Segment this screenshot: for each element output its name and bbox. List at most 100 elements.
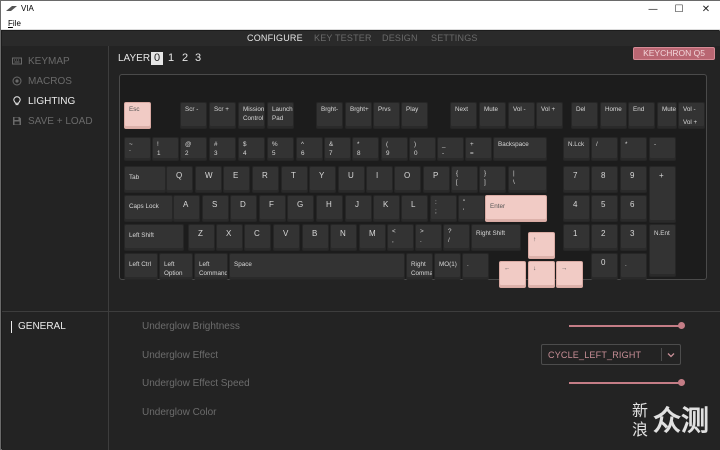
layer-2-button[interactable]: 2: [179, 52, 191, 65]
tab-configure[interactable]: CONFIGURE: [247, 33, 303, 43]
key-t[interactable]: T: [281, 166, 308, 193]
key-launch-pad[interactable]: Launch Pad: [267, 102, 294, 129]
key-h[interactable]: H: [316, 195, 343, 222]
key-a[interactable]: A: [173, 195, 200, 222]
sidebar-item-save-load[interactable]: SAVE + LOAD: [12, 113, 108, 129]
key-slash[interactable]: ? /: [443, 224, 470, 251]
underglow-speed-thumb[interactable]: [677, 379, 685, 386]
key-dot[interactable]: .: [462, 253, 489, 280]
key-p[interactable]: P: [423, 166, 450, 193]
key-comma[interactable]: <,: [387, 224, 414, 251]
key-backspace[interactable]: Backspace: [493, 137, 547, 161]
key-numpad-slash[interactable]: /: [591, 137, 618, 161]
key-left-option[interactable]: Left Option: [159, 253, 193, 280]
key-num-lock[interactable]: N.Lck: [563, 137, 590, 161]
key-8[interactable]: * 8: [352, 137, 379, 161]
key-u[interactable]: U: [338, 166, 365, 193]
key-7[interactable]: & 7: [324, 137, 351, 161]
key-s[interactable]: S: [202, 195, 229, 222]
key-numpad-6[interactable]: 6: [620, 195, 647, 222]
key-end[interactable]: End: [628, 102, 655, 129]
key-mission-control[interactable]: Mission Control: [238, 102, 265, 129]
key-k[interactable]: K: [373, 195, 400, 222]
key-6[interactable]: ^ 6: [296, 137, 323, 161]
key-caps-lock[interactable]: Caps Lock: [124, 195, 173, 222]
key-mo1[interactable]: MO(1): [434, 253, 461, 280]
underglow-brightness-slider[interactable]: [569, 325, 681, 327]
underglow-brightness-thumb[interactable]: [677, 322, 685, 329]
key-numpad-9[interactable]: 9: [620, 166, 647, 193]
key-space[interactable]: Space: [229, 253, 405, 280]
layer-3-button[interactable]: 3: [192, 52, 204, 65]
key-v[interactable]: V: [273, 224, 300, 251]
key-right-bracket[interactable]: }]: [479, 166, 506, 193]
key-brightness-up[interactable]: Brght+: [345, 102, 372, 129]
key-volume-up[interactable]: Vol +: [536, 102, 563, 129]
maximize-button[interactable]: ☐: [666, 2, 692, 17]
key-right-shift[interactable]: Right Shift: [471, 224, 521, 251]
key-i[interactable]: I: [366, 166, 393, 193]
key-3[interactable]: #3: [209, 137, 236, 161]
key-grave[interactable]: ~ `: [124, 137, 151, 161]
key-numpad-3[interactable]: 3: [620, 224, 647, 251]
key-numpad-star[interactable]: *: [620, 137, 647, 161]
key-equal[interactable]: + =: [465, 137, 492, 161]
key-r[interactable]: R: [252, 166, 279, 193]
key-volume-down[interactable]: Vol -: [508, 102, 535, 129]
key-tab[interactable]: Tab: [124, 166, 166, 193]
key-semicolon[interactable]: :;: [430, 195, 457, 222]
key-mute[interactable]: Mute: [479, 102, 506, 129]
key-left-command[interactable]: Left Command: [194, 253, 228, 280]
key-left-bracket[interactable]: {[: [451, 166, 478, 193]
key-5[interactable]: % 5: [267, 137, 294, 161]
key-e[interactable]: E: [223, 166, 250, 193]
key-numpad-plus[interactable]: +: [649, 166, 676, 223]
menu-file[interactable]: File: [8, 19, 21, 28]
key-previous[interactable]: Prvs: [373, 102, 400, 129]
key-g[interactable]: G: [287, 195, 314, 222]
key-0[interactable]: ) 0: [409, 137, 436, 161]
key-b[interactable]: B: [302, 224, 329, 251]
key-home[interactable]: Home: [600, 102, 627, 129]
key-numpad-0[interactable]: 0: [591, 253, 618, 280]
key-period[interactable]: >.: [415, 224, 442, 251]
key-9[interactable]: (9: [381, 137, 408, 161]
key-c[interactable]: C: [244, 224, 271, 251]
key-numpad-5[interactable]: 5: [591, 195, 618, 222]
section-general[interactable]: GENERAL: [18, 321, 66, 332]
key-quote[interactable]: " ': [458, 195, 485, 222]
key-arrow-right[interactable]: →: [556, 261, 583, 288]
key-numpad-enter[interactable]: N.Ent: [649, 224, 676, 277]
key-4[interactable]: $4: [238, 137, 265, 161]
key-l[interactable]: L: [401, 195, 428, 222]
key-numpad-8[interactable]: 8: [591, 166, 618, 193]
layer-0-button[interactable]: 0: [151, 52, 163, 65]
key-play[interactable]: Play: [401, 102, 428, 129]
key-arrow-up[interactable]: ↑: [528, 232, 555, 259]
key-numpad-minus[interactable]: -: [649, 137, 676, 161]
key-x[interactable]: X: [216, 224, 243, 251]
key-scr-minus[interactable]: Scr -: [180, 102, 207, 129]
key-y[interactable]: Y: [309, 166, 336, 193]
key-brightness-down[interactable]: Brght-: [316, 102, 343, 129]
tab-settings[interactable]: SETTINGS: [431, 33, 478, 43]
key-numpad-2[interactable]: 2: [591, 224, 618, 251]
sidebar-item-keymap[interactable]: KEYMAP: [12, 53, 108, 69]
key-arrow-down[interactable]: ↓: [528, 261, 555, 288]
key-delete[interactable]: Del: [571, 102, 598, 129]
key-scr-plus[interactable]: Scr +: [209, 102, 236, 129]
key-w[interactable]: W: [195, 166, 222, 193]
key-n[interactable]: N: [330, 224, 357, 251]
key-left-shift[interactable]: Left Shift: [124, 224, 184, 251]
minimize-button[interactable]: —: [640, 2, 666, 17]
key-numpad-1[interactable]: 1: [563, 224, 590, 251]
key-arrow-left[interactable]: ←: [499, 261, 526, 288]
key-1[interactable]: ! 1: [152, 137, 179, 161]
sidebar-item-macros[interactable]: MACROS: [12, 73, 108, 89]
key-j[interactable]: J: [345, 195, 372, 222]
key-numpad-dot[interactable]: .: [620, 253, 647, 280]
key-left-ctrl[interactable]: Left Ctrl: [124, 253, 158, 280]
key-esc[interactable]: Esc: [124, 102, 151, 129]
key-enter[interactable]: Enter: [485, 195, 547, 222]
tab-design[interactable]: DESIGN: [382, 33, 418, 43]
